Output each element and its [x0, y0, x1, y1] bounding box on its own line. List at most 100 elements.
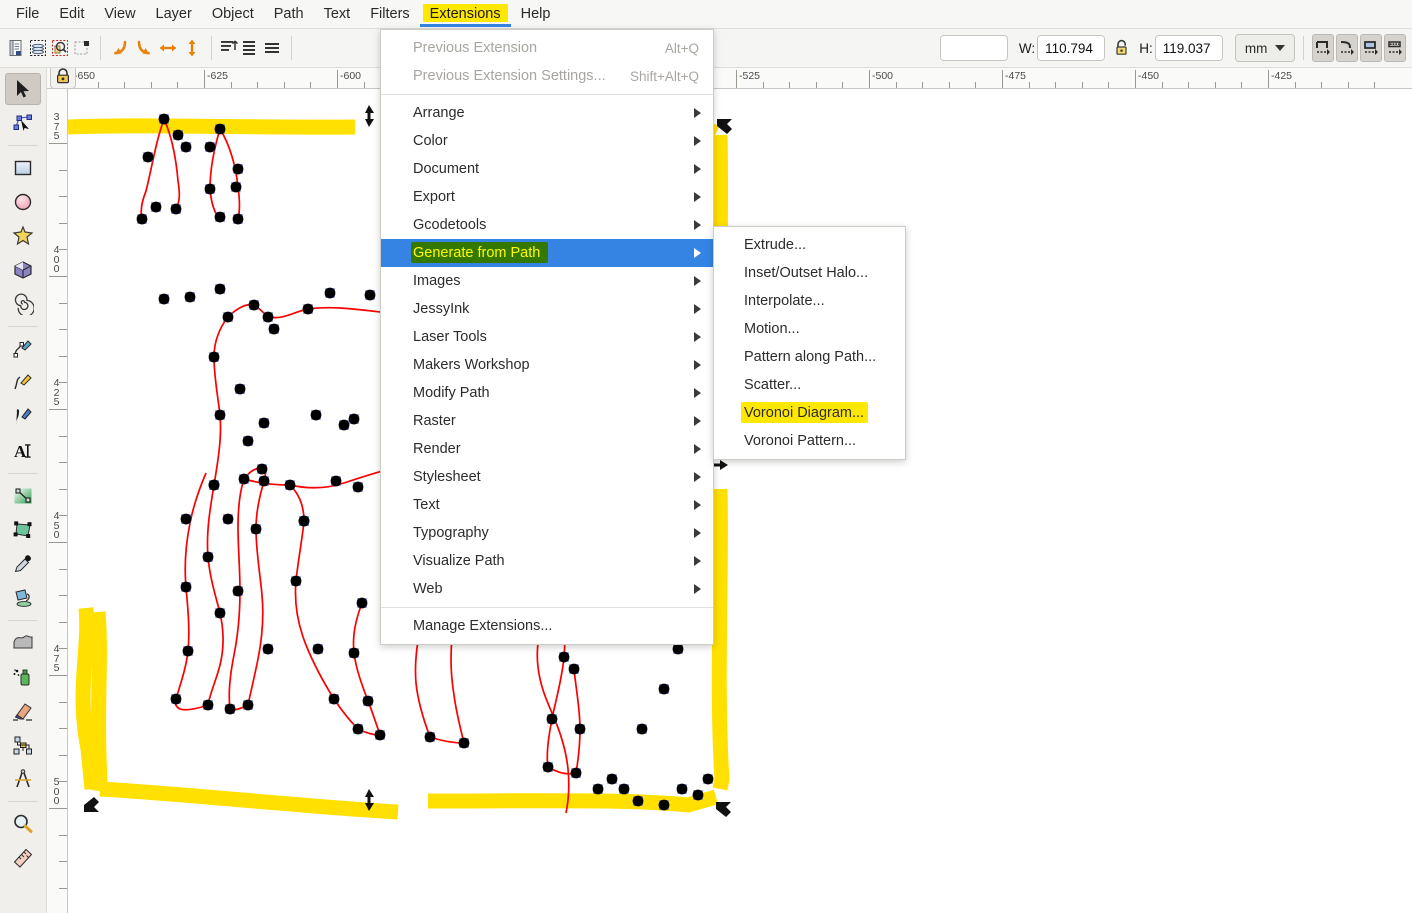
- raise-icon[interactable]: [241, 34, 261, 62]
- node-dot[interactable]: [258, 475, 270, 487]
- node-dot[interactable]: [232, 213, 244, 225]
- menu-edit[interactable]: Edit: [49, 2, 94, 26]
- spiral-tool[interactable]: [5, 288, 41, 320]
- submenu-item-inset-outset-halo[interactable]: Inset/Outset Halo...: [714, 259, 905, 287]
- text-tool[interactable]: A: [5, 435, 41, 467]
- lock-aspect-ratio-icon[interactable]: [1113, 34, 1131, 62]
- node-dot[interactable]: [184, 291, 196, 303]
- node-dot[interactable]: [692, 789, 704, 801]
- node-dot[interactable]: [676, 783, 688, 795]
- node-dot[interactable]: [230, 181, 242, 193]
- rotate-cw-icon[interactable]: [133, 34, 155, 62]
- y-value[interactable]: [940, 36, 1007, 60]
- submenu-item-motion[interactable]: Motion...: [714, 315, 905, 343]
- w-spinner[interactable]: 110.794 − +: [1037, 35, 1106, 61]
- node-dot[interactable]: [222, 311, 234, 323]
- menu-layer[interactable]: Layer: [146, 2, 202, 26]
- node-dot[interactable]: [202, 699, 214, 711]
- node-dot[interactable]: [204, 141, 216, 153]
- node-dot[interactable]: [574, 723, 586, 735]
- node-dot[interactable]: [170, 693, 182, 705]
- submenu-item-voronoi-pattern[interactable]: Voronoi Pattern...: [714, 427, 905, 455]
- menu-item-manage-extensions[interactable]: Manage Extensions...: [381, 612, 713, 640]
- menu-item-export[interactable]: Export: [381, 183, 713, 211]
- unit-selector[interactable]: mm: [1234, 34, 1296, 62]
- node-dot[interactable]: [568, 663, 580, 675]
- vertical-ruler[interactable]: 3 7 5 4 0 0 4 2 5 4 5 0 4 7 5 5 0 0: [47, 89, 68, 913]
- node-dot[interactable]: [570, 767, 582, 779]
- horizontal-ruler[interactable]: -650-625-600-575-550-525-500-475-450-425: [47, 68, 1412, 89]
- menu-path[interactable]: Path: [264, 2, 314, 26]
- node-dot[interactable]: [180, 513, 192, 525]
- scale-stroke-width-icon[interactable]: [1383, 34, 1406, 62]
- node-dot[interactable]: [238, 473, 250, 485]
- node-dot[interactable]: [242, 699, 254, 711]
- submenu-item-interpolate[interactable]: Interpolate...: [714, 287, 905, 315]
- node-dot[interactable]: [208, 479, 220, 491]
- node-dot[interactable]: [232, 163, 244, 175]
- node-dot[interactable]: [338, 419, 350, 431]
- eraser-tool[interactable]: [5, 695, 41, 727]
- selection-icon[interactable]: [72, 34, 92, 62]
- node-dot[interactable]: [150, 201, 162, 213]
- node-dot[interactable]: [632, 795, 644, 807]
- submenu-item-voronoi-diagram[interactable]: Voronoi Diagram...: [714, 399, 905, 427]
- menu-item-raster[interactable]: Raster: [381, 407, 713, 435]
- node-dot[interactable]: [658, 683, 670, 695]
- node-dot[interactable]: [222, 513, 234, 525]
- menu-item-makers-workshop[interactable]: Makers Workshop: [381, 351, 713, 379]
- node-dot[interactable]: [142, 151, 154, 163]
- drawing-canvas[interactable]: [68, 89, 1412, 913]
- node-dot[interactable]: [224, 703, 236, 715]
- node-dot[interactable]: [310, 409, 322, 421]
- node-dot[interactable]: [558, 651, 570, 663]
- objects-icon[interactable]: [50, 34, 70, 62]
- y-spinner[interactable]: − +: [939, 35, 1008, 61]
- node-dot[interactable]: [182, 645, 194, 657]
- menu-item-visualize-path[interactable]: Visualize Path: [381, 547, 713, 575]
- node-dot[interactable]: [214, 283, 226, 295]
- document-properties-icon[interactable]: [6, 34, 26, 62]
- node-dot[interactable]: [606, 773, 618, 785]
- zoom-tool[interactable]: [5, 808, 41, 840]
- submenu-item-pattern-along-path[interactable]: Pattern along Path...: [714, 343, 905, 371]
- menu-help[interactable]: Help: [511, 2, 561, 26]
- paint-bucket-tool[interactable]: [5, 582, 41, 614]
- menu-filters[interactable]: Filters: [360, 2, 419, 26]
- move-patterns-icon[interactable]: [1335, 34, 1358, 62]
- node-tool[interactable]: [5, 107, 41, 139]
- node-dot[interactable]: [348, 647, 360, 659]
- node-dot[interactable]: [158, 293, 170, 305]
- menu-item-arrange[interactable]: Arrange: [381, 99, 713, 127]
- menu-item-document[interactable]: Document: [381, 155, 713, 183]
- rotate-ccw-icon[interactable]: [109, 34, 131, 62]
- mesh-gradient-tool[interactable]: [5, 514, 41, 546]
- node-dot[interactable]: [262, 311, 274, 323]
- node-dot[interactable]: [312, 643, 324, 655]
- pencil-tool[interactable]: [5, 333, 41, 365]
- node-dot[interactable]: [250, 523, 262, 535]
- node-dot[interactable]: [330, 475, 342, 487]
- dropper-tool[interactable]: [5, 548, 41, 580]
- node-dot[interactable]: [202, 551, 214, 563]
- star-tool[interactable]: [5, 220, 41, 252]
- rectangle-tool[interactable]: [5, 152, 41, 184]
- node-dot[interactable]: [214, 607, 226, 619]
- node-dot[interactable]: [268, 323, 280, 335]
- node-dot[interactable]: [374, 729, 386, 741]
- node-dot[interactable]: [348, 413, 360, 425]
- node-dot[interactable]: [214, 409, 226, 421]
- lower-icon[interactable]: [263, 34, 283, 62]
- menu-object[interactable]: Object: [202, 2, 264, 26]
- ellipse-tool[interactable]: [5, 186, 41, 218]
- menu-text[interactable]: Text: [314, 2, 361, 26]
- ruler-tool[interactable]: [5, 842, 41, 874]
- menu-item-modify-path[interactable]: Modify Path: [381, 379, 713, 407]
- node-dot[interactable]: [214, 211, 226, 223]
- menu-item-jessyink[interactable]: JessyInk: [381, 295, 713, 323]
- node-dot[interactable]: [180, 581, 192, 593]
- spray-tool[interactable]: [5, 661, 41, 693]
- menu-item-generate-from-path[interactable]: Generate from Path: [381, 239, 713, 267]
- flip-horizontal-icon[interactable]: [157, 34, 179, 62]
- node-dot[interactable]: [284, 479, 296, 491]
